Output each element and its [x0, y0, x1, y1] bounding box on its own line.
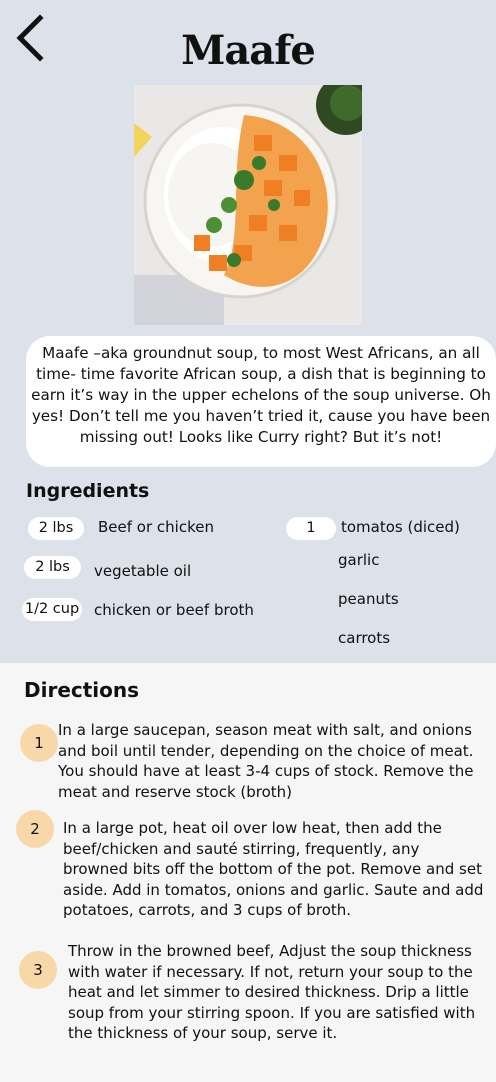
page-title: Maafe [181, 27, 316, 74]
ingredient-name: carrots [338, 629, 391, 647]
ingredient-name: Beef or chicken [98, 518, 214, 536]
step-number-badge: 2 [16, 810, 54, 848]
ingredient-name: chicken or beef broth [94, 601, 254, 619]
ingredient-name: vegetable oil [94, 562, 192, 580]
step-number-badge: 3 [19, 951, 57, 989]
step-text: In a large saucepan, season meat with sa… [58, 721, 474, 801]
recipe-image [134, 85, 362, 325]
ingredient-quantity: 2 lbs [28, 517, 84, 540]
ingredient-quantity: 1 [286, 517, 336, 540]
ingredient-quantity: 2 lbs [24, 556, 81, 579]
step-text: Throw in the browned beef, Adjust the so… [68, 942, 476, 1042]
recipe-description: Maafe –aka groundnut soup, to most West … [26, 336, 496, 467]
step-text: In a large pot, heat oil over low heat, … [63, 819, 484, 919]
ingredient-name: garlic [338, 551, 380, 569]
ingredient-name: tomatos (diced) [341, 518, 460, 536]
directions-heading: Directions [24, 678, 140, 702]
ingredient-name: peanuts [338, 590, 399, 608]
step-number-badge: 1 [20, 724, 58, 762]
ingredients-heading: Ingredients [26, 480, 150, 502]
ingredient-quantity: 1/2 cup [22, 598, 82, 621]
